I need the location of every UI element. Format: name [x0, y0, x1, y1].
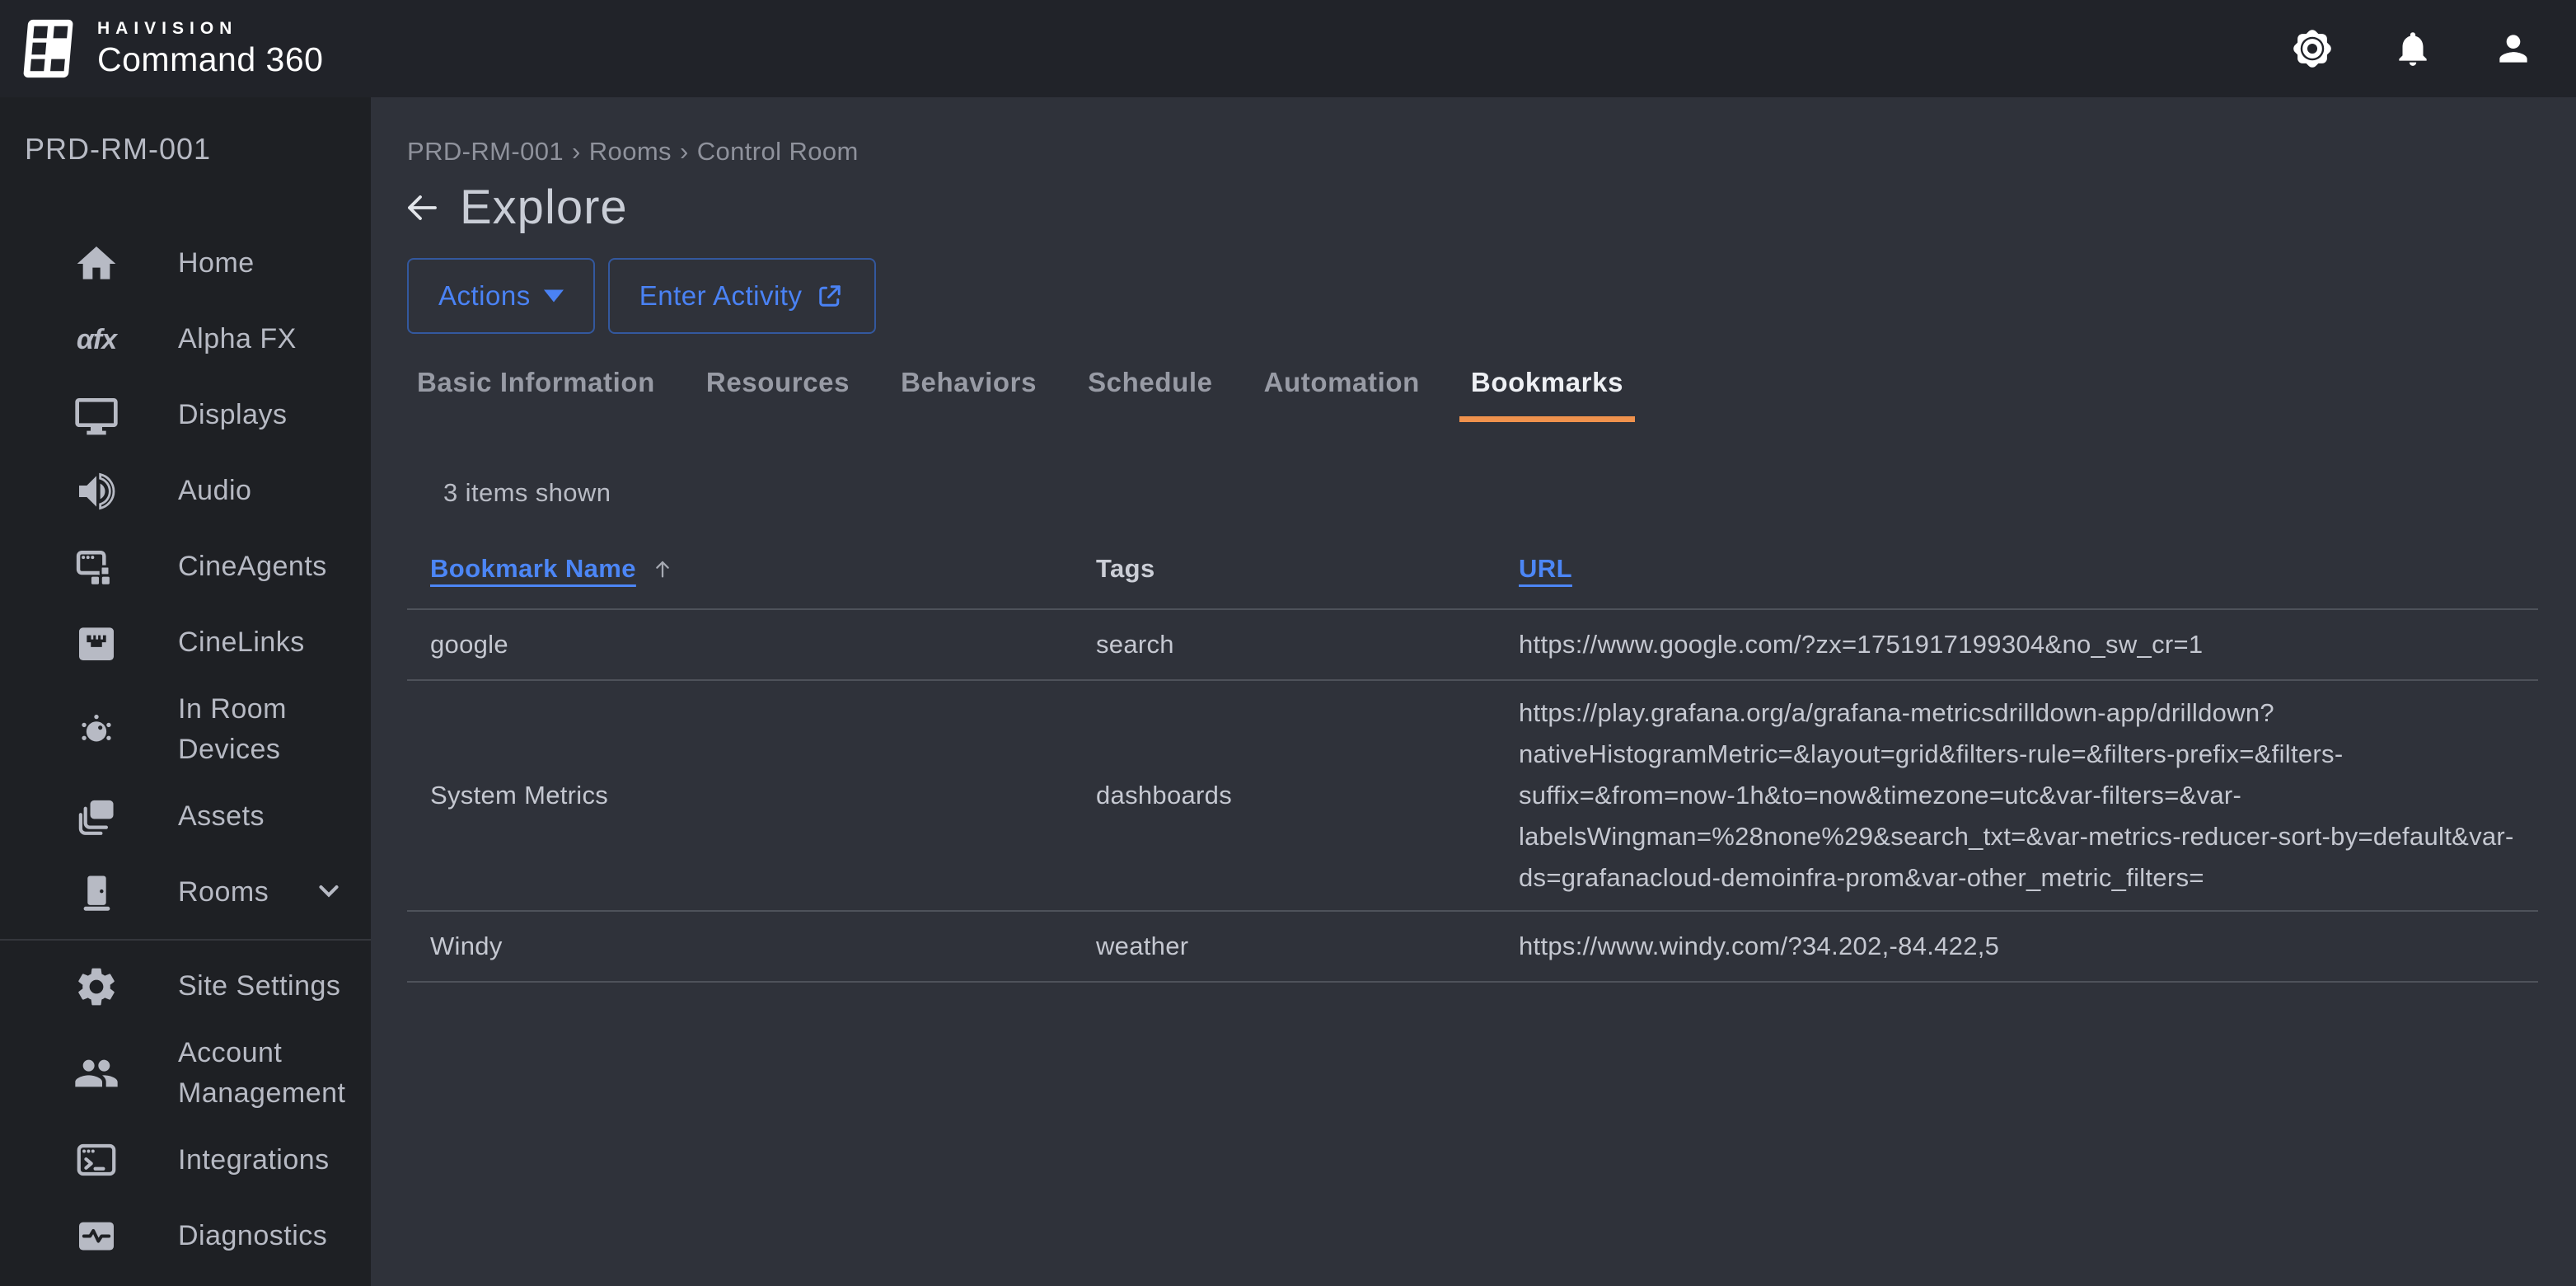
sidebar-divider: [0, 939, 371, 941]
door-icon: [73, 869, 120, 917]
bookmark-name-cell: Windy: [407, 912, 1096, 981]
sidebar-item-label: Displays: [178, 395, 287, 435]
tab-behaviors[interactable]: Behaviors: [899, 367, 1038, 422]
sidebar-item-diagnostics[interactable]: Diagnostics: [0, 1198, 371, 1274]
bookmarks-table: Bookmark Name Tags URL google search htt…: [407, 554, 2538, 983]
sidebar-item-label: Integrations: [178, 1140, 330, 1180]
tab-bar: Basic Information Resources Behaviors Sc…: [415, 367, 2538, 422]
settings-gear-icon[interactable]: [2288, 24, 2337, 73]
breadcrumb-item-rooms[interactable]: Rooms: [589, 137, 672, 166]
sidebar-item-in-room-devices[interactable]: In Room Devices: [0, 681, 371, 779]
bookmark-tags-cell: search: [1096, 610, 1519, 679]
user-avatar-icon[interactable]: [2489, 24, 2538, 73]
sidebar-item-label: Alpha FX: [178, 319, 297, 359]
sidebar-item-label: CineLinks: [178, 622, 305, 663]
enter-activity-button[interactable]: Enter Activity: [608, 258, 877, 334]
sidebar-item-account-management[interactable]: Account Management: [0, 1025, 371, 1123]
display-icon: [73, 392, 120, 439]
breadcrumb-separator: ›: [572, 137, 581, 166]
pulse-icon: [73, 1212, 120, 1260]
tab-resources[interactable]: Resources: [705, 367, 851, 422]
sidebar-item-label: Account Management: [178, 1033, 371, 1115]
table-row[interactable]: Windy weather https://www.windy.com/?34.…: [407, 912, 2538, 983]
notifications-bell-icon[interactable]: [2388, 24, 2438, 73]
sidebar-item-label: Audio: [178, 471, 251, 511]
tab-schedule[interactable]: Schedule: [1086, 367, 1215, 422]
bookmark-tags-cell: dashboards: [1096, 761, 1519, 830]
layers-icon: [73, 793, 120, 841]
breadcrumb-separator: ›: [680, 137, 689, 166]
column-header-tags: Tags: [1096, 554, 1519, 584]
bookmark-name-cell: System Metrics: [407, 761, 1096, 830]
actions-button-label: Actions: [438, 280, 531, 312]
bookmark-name-cell: google: [407, 610, 1096, 679]
sort-ascending-icon[interactable]: [649, 556, 676, 582]
column-header-bookmark-name[interactable]: Bookmark Name: [430, 554, 636, 584]
tab-basic-information[interactable]: Basic Information: [415, 367, 657, 422]
sidebar-item-integrations[interactable]: Integrations: [0, 1122, 371, 1198]
brand: HAIVISION Command 360: [0, 16, 323, 81]
table-header-row: Bookmark Name Tags URL: [407, 554, 2538, 610]
bookmark-url-cell: https://www.windy.com/?34.202,-84.422,5: [1519, 914, 2538, 979]
tab-bookmarks[interactable]: Bookmarks: [1459, 367, 1635, 422]
sidebar-item-alpha-fx[interactable]: αfx Alpha FX: [0, 302, 371, 378]
sidebar-item-displays[interactable]: Displays: [0, 378, 371, 453]
table-row[interactable]: System Metrics dashboards https://play.g…: [407, 681, 2538, 912]
sidebar-item-audio[interactable]: Audio: [0, 453, 371, 529]
sidebar-item-label: Home: [178, 243, 255, 284]
top-bar: HAIVISION Command 360: [0, 0, 2576, 97]
home-icon: [73, 240, 120, 288]
sidebar-item-cineagents[interactable]: CineAgents: [0, 529, 371, 605]
sidebar-item-label: Assets: [178, 796, 265, 837]
sidebar: PRD-RM-001 Home αfx Alpha FX Displays Au…: [0, 97, 371, 1286]
table-row[interactable]: google search https://www.google.com/?zx…: [407, 610, 2538, 681]
brand-name: HAIVISION: [97, 19, 323, 39]
sidebar-item-rooms[interactable]: Rooms: [0, 855, 371, 931]
arrow-left-icon[interactable]: [400, 186, 443, 229]
enter-activity-button-label: Enter Activity: [639, 280, 803, 312]
sidebar-item-label: Rooms: [178, 872, 269, 913]
breadcrumb: PRD-RM-001 › Rooms › Control Room: [407, 137, 2538, 167]
tab-automation[interactable]: Automation: [1262, 367, 1421, 422]
caret-down-icon: [544, 289, 564, 303]
page-title: Explore: [460, 180, 628, 235]
breadcrumb-item-site[interactable]: PRD-RM-001: [407, 137, 564, 166]
ethernet-port-icon: [73, 619, 120, 667]
chevron-down-icon[interactable]: [313, 875, 344, 910]
breadcrumb-item-control-room[interactable]: Control Room: [697, 137, 859, 166]
sidebar-site-title: PRD-RM-001: [0, 97, 371, 167]
topbar-actions: [2288, 24, 2576, 73]
sidebar-item-label: Diagnostics: [178, 1216, 327, 1256]
product-name: Command 360: [97, 40, 323, 79]
main-content: PRD-RM-001 › Rooms › Control Room Explore Ac…: [371, 97, 2576, 1286]
sidebar-nav: Home αfx Alpha FX Displays Audio: [0, 226, 371, 1274]
actions-button[interactable]: Actions: [407, 258, 595, 334]
open-in-new-icon: [815, 281, 845, 311]
cineagents-window-icon: [73, 543, 120, 591]
bookmark-url-cell: https://www.google.com/?zx=1751917199304…: [1519, 612, 2538, 677]
sidebar-item-label: Site Settings: [178, 966, 340, 1007]
sidebar-item-site-settings[interactable]: Site Settings: [0, 949, 371, 1025]
sidebar-item-label: CineAgents: [178, 547, 327, 587]
bookmark-tags-cell: weather: [1096, 912, 1519, 981]
sidebar-item-home[interactable]: Home: [0, 226, 371, 302]
alpha-fx-icon: αfx: [73, 316, 120, 364]
column-header-url[interactable]: URL: [1519, 554, 1572, 583]
sidebar-item-assets[interactable]: Assets: [0, 779, 371, 855]
toolbar: Actions Enter Activity: [407, 258, 2538, 334]
bookmark-url-cell: https://play.grafana.org/a/grafana-metri…: [1519, 681, 2538, 910]
device-puck-icon: [73, 706, 120, 753]
gear-icon: [73, 963, 120, 1011]
people-icon: [73, 1049, 120, 1097]
speaker-icon: [73, 467, 120, 515]
items-shown-count: 3 items shown: [443, 478, 2538, 508]
sidebar-item-cinelinks[interactable]: CineLinks: [0, 605, 371, 681]
terminal-icon: [73, 1136, 120, 1184]
sidebar-item-label: In Room Devices: [178, 689, 371, 771]
videowall-logo-icon: [20, 16, 79, 81]
